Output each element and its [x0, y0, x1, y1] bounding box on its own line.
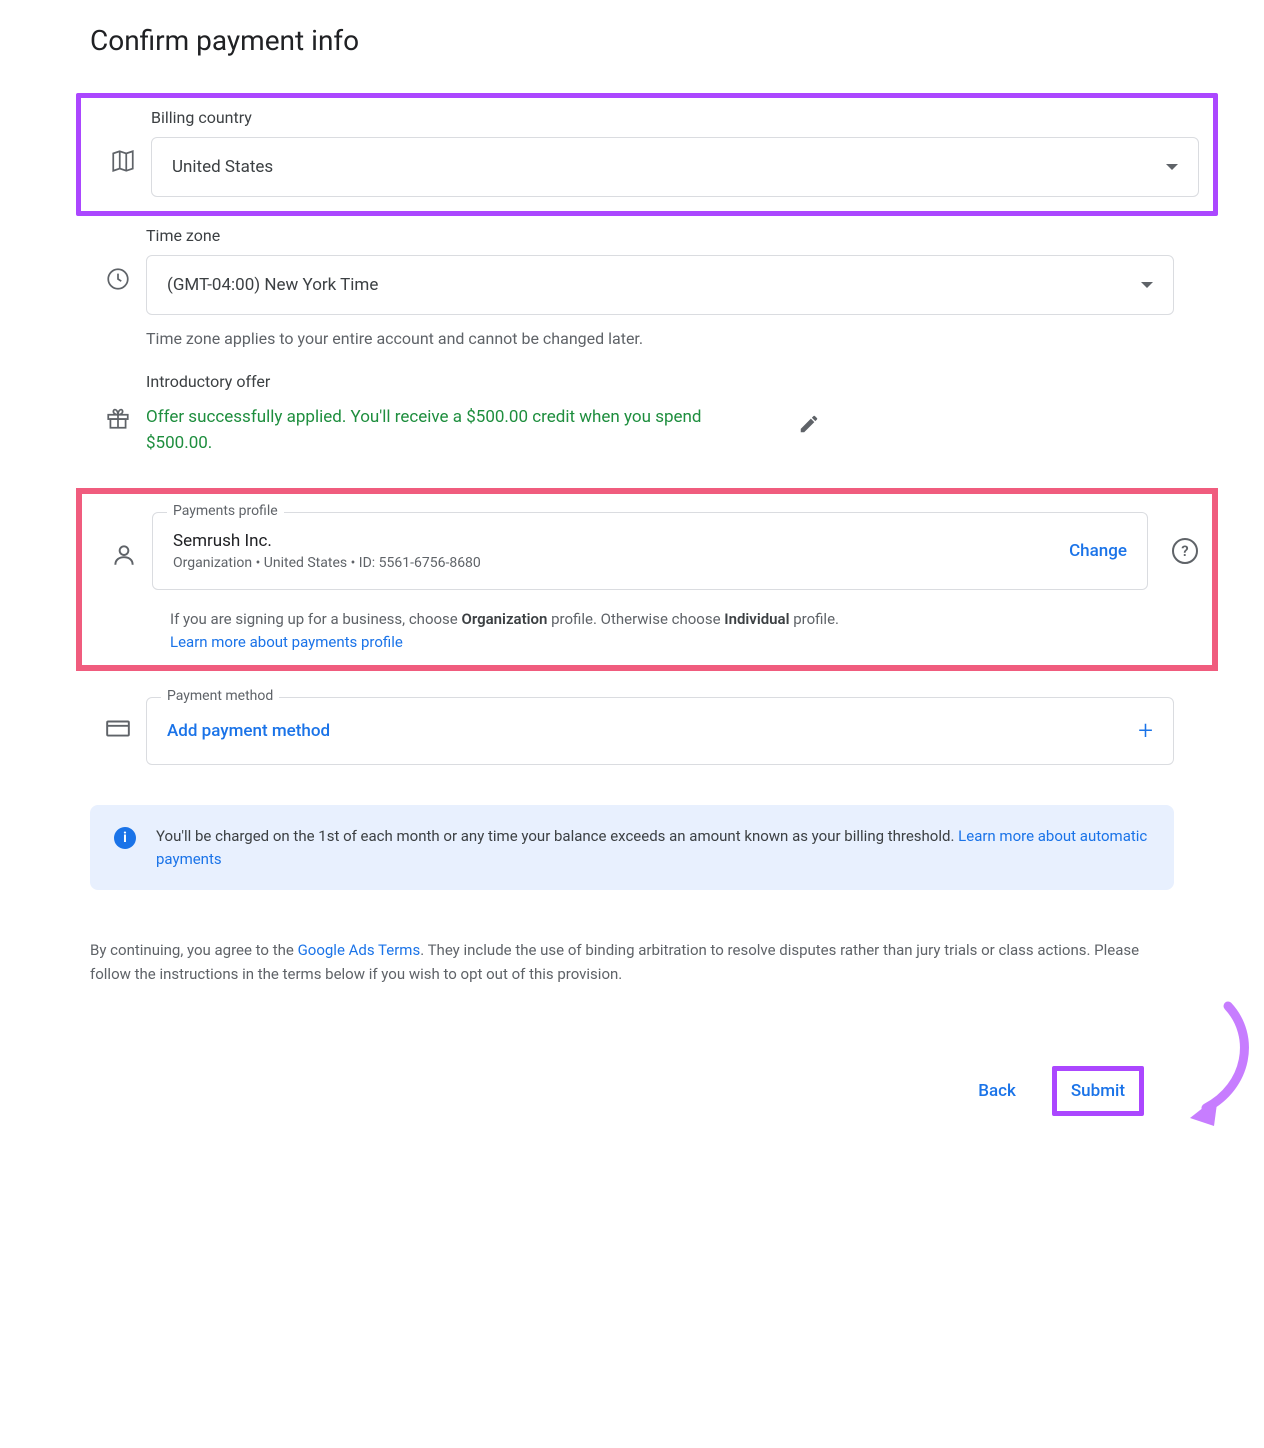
payments-profile-field: Payments profile Semrush Inc. Organizati… [152, 512, 1148, 590]
clock-icon [90, 226, 146, 292]
info-banner-text: You'll be charged on the 1st of each mon… [156, 827, 958, 845]
submit-button[interactable]: Submit [1057, 1071, 1139, 1111]
timezone-select[interactable]: (GMT-04:00) New York Time [146, 255, 1174, 315]
billing-country-highlight: Billing country United States [76, 93, 1218, 216]
billing-country-label: Billing country [151, 108, 1199, 127]
add-payment-label: Add payment method [167, 721, 330, 741]
payment-method-field[interactable]: Payment method Add payment method + [146, 697, 1174, 765]
person-icon [96, 512, 152, 568]
plus-icon: + [1138, 716, 1153, 746]
card-icon [90, 697, 146, 741]
payment-method-legend: Payment method [161, 688, 279, 704]
chevron-down-icon [1166, 164, 1178, 170]
google-ads-terms-link[interactable]: Google Ads Terms [298, 941, 421, 959]
help-icon[interactable]: ? [1172, 538, 1198, 564]
payments-profile-highlight: Payments profile Semrush Inc. Organizati… [76, 488, 1218, 671]
payments-profile-name: Semrush Inc. [173, 531, 481, 551]
billing-info-banner: i You'll be charged on the 1st of each m… [90, 805, 1174, 890]
billing-country-select[interactable]: United States [151, 137, 1199, 197]
back-button[interactable]: Back [964, 1071, 1030, 1111]
payments-profile-legend: Payments profile [167, 503, 284, 519]
change-profile-link[interactable]: Change [1069, 541, 1127, 561]
page-title: Confirm payment info [90, 24, 1174, 57]
payments-profile-meta: Organization • United States • ID: 5561-… [173, 555, 481, 571]
submit-highlight: Submit [1052, 1066, 1144, 1116]
timezone-help: Time zone applies to your entire account… [146, 329, 1174, 348]
timezone-label: Time zone [146, 226, 1174, 245]
intro-offer-text: Offer successfully applied. You'll recei… [146, 405, 766, 456]
arrow-annotation [1178, 996, 1258, 1136]
info-icon: i [114, 827, 136, 849]
intro-offer-label: Introductory offer [146, 372, 1174, 391]
payments-profile-help: If you are signing up for a business, ch… [170, 608, 1198, 653]
gift-icon [90, 405, 146, 431]
map-icon [95, 108, 151, 174]
learn-profile-link[interactable]: Learn more about payments profile [170, 633, 403, 651]
billing-country-value: United States [172, 157, 273, 177]
timezone-value: (GMT-04:00) New York Time [167, 275, 378, 295]
chevron-down-icon [1141, 282, 1153, 288]
edit-icon[interactable] [790, 405, 828, 447]
terms-text: By continuing, you agree to the Google A… [90, 938, 1174, 986]
